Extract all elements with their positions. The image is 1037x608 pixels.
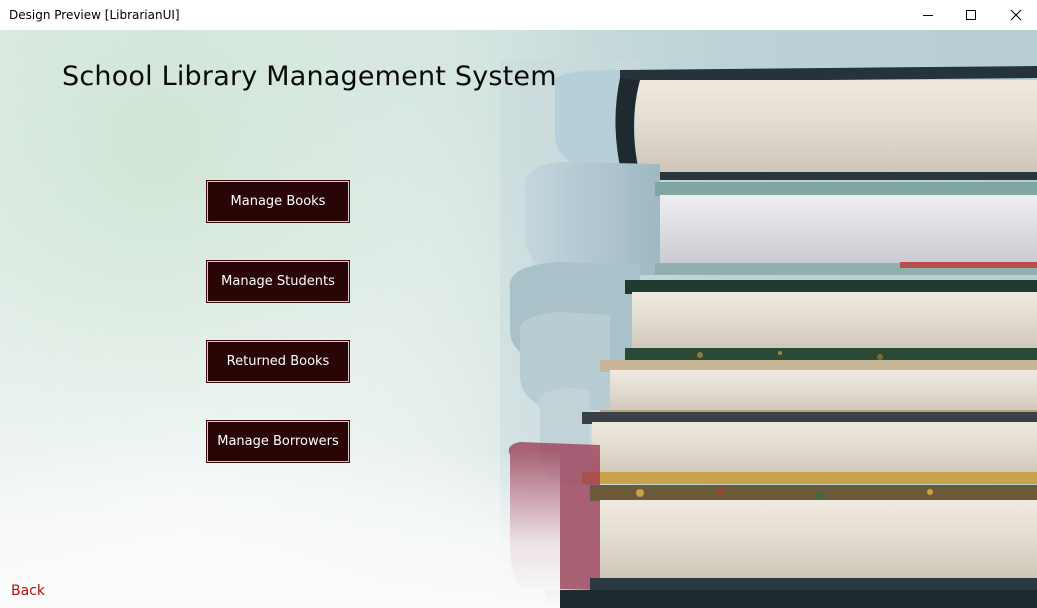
maximize-icon [966,10,976,20]
maximize-button[interactable] [948,0,994,30]
application-window: Design Preview [LibrarianUI] School Libr… [0,0,1037,608]
background-fade [0,450,560,608]
close-icon [1010,9,1022,21]
main-panel: School Library Management System Manage … [0,30,1037,608]
manage-borrowers-button[interactable]: Manage Borrowers [207,421,349,462]
window-title: Design Preview [LibrarianUI] [9,8,180,22]
back-link[interactable]: Back [11,583,45,599]
minimize-button[interactable] [905,0,951,30]
close-button[interactable] [993,0,1037,30]
page-title: School Library Management System [62,61,557,92]
returned-books-button[interactable]: Returned Books [207,341,349,382]
minimize-icon [923,15,933,16]
manage-students-button[interactable]: Manage Students [207,261,349,302]
manage-books-button[interactable]: Manage Books [207,181,349,222]
title-bar[interactable]: Design Preview [LibrarianUI] [0,0,1037,30]
